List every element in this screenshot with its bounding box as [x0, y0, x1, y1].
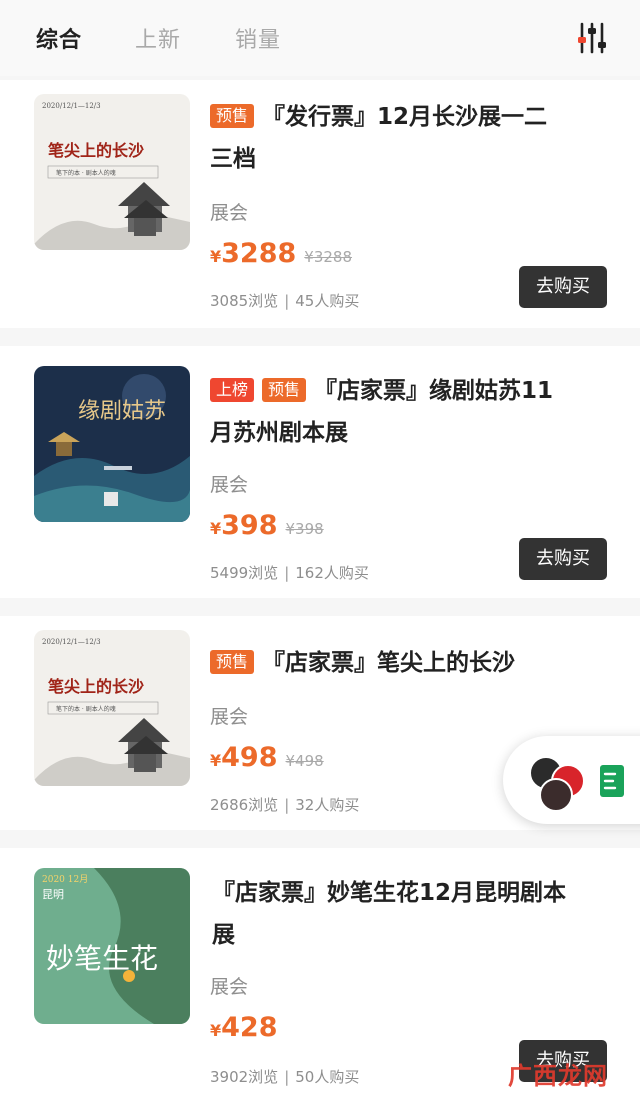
currency-symbol: ¥: [210, 1021, 222, 1040]
presale-badge: 预售: [210, 650, 255, 674]
product-card[interactable]: 2020/12/1—12/3 笔尖上的长沙 笔下的本 · 剧本人的魂 预售 『发行…: [0, 80, 640, 328]
buyer-count: 45人购买: [295, 292, 360, 310]
buyer-count: 162人购买: [295, 564, 369, 582]
stat-separator: |: [284, 1068, 290, 1086]
product-title[interactable]: 『店家票』妙笔生花12月昆明剧本展: [212, 872, 572, 956]
original-price: ¥498: [285, 752, 324, 770]
site-watermark: 广西龙网: [508, 1062, 608, 1090]
avatar-stack: [525, 754, 585, 812]
poster-image-changsha: 2020/12/1—12/3 笔尖上的长沙 笔下的本 · 剧本人的魂: [34, 94, 190, 250]
price-row: ¥428: [210, 1012, 278, 1048]
poster-date: 2020/12/1—12/3: [42, 638, 101, 646]
view-count: 3085浏览: [210, 292, 279, 310]
product-category: 展会: [210, 976, 249, 998]
product-poster: 2020/12/1—12/3 笔尖上的长沙 笔下的本 · 剧本人的魂: [34, 630, 190, 786]
tab-sales[interactable]: 销量: [235, 22, 281, 54]
stat-separator: |: [284, 796, 290, 814]
poster-date: 2020 12月: [42, 874, 88, 885]
product-poster: 2020 12月 昆明 妙笔生花: [34, 868, 190, 1024]
product-title[interactable]: 上榜 预售 『店家票』缘剧姑苏11月苏州剧本展: [210, 370, 570, 454]
buyer-count: 32人购买: [295, 796, 360, 814]
product-stats: 3902浏览 | 50人购买: [210, 1066, 359, 1087]
poster-subtitle: 笔下的本 · 剧本人的魂: [56, 169, 116, 177]
current-price: 398: [221, 510, 278, 541]
product-title[interactable]: 预售 『发行票』12月长沙展一二三档: [210, 96, 570, 180]
product-title-text: 『店家票』笔尖上的长沙: [262, 650, 516, 676]
buyer-count: 50人购买: [295, 1068, 360, 1086]
document-icon[interactable]: [599, 764, 625, 798]
view-count: 2686浏览: [210, 796, 279, 814]
presale-badge: 预售: [210, 104, 255, 128]
product-poster: 缘剧姑苏: [34, 366, 190, 522]
current-price: 498: [221, 742, 278, 773]
product-card[interactable]: 缘剧姑苏 上榜 预售 『店家票』缘剧姑苏11月苏州剧本展 展会 ¥398 ¥398 5…: [0, 346, 640, 598]
stat-separator: |: [284, 564, 290, 582]
ranked-badge: 上榜: [210, 378, 255, 402]
original-price: ¥398: [285, 520, 324, 538]
currency-symbol: ¥: [210, 247, 222, 266]
price-row: ¥3288 ¥3288: [210, 238, 352, 274]
product-stats: 5499浏览 | 162人购买: [210, 562, 369, 583]
poster-image-suzhou: 缘剧姑苏: [34, 366, 190, 522]
poster-title: 妙笔生花: [46, 942, 158, 975]
tab-comprehensive[interactable]: 综合: [36, 22, 82, 54]
poster-image-kunming: 2020 12月 昆明 妙笔生花: [34, 868, 190, 1024]
product-category: 展会: [210, 706, 249, 728]
product-category: 展会: [210, 202, 249, 224]
original-price: ¥3288: [304, 248, 353, 266]
product-title[interactable]: 预售 『店家票』笔尖上的长沙: [210, 642, 570, 684]
currency-symbol: ¥: [210, 519, 222, 538]
presale-badge: 预售: [262, 378, 307, 402]
view-count: 3902浏览: [210, 1068, 279, 1086]
product-stats: 2686浏览 | 32人购买: [210, 794, 359, 815]
product-title-text: 『发行票』12月长沙展一二三档: [210, 104, 548, 172]
poster-title: 笔尖上的长沙: [48, 677, 144, 696]
view-count: 5499浏览: [210, 564, 279, 582]
sort-tab-bar: 综合 上新 销量: [0, 0, 640, 76]
tab-new-arrivals[interactable]: 上新: [135, 22, 181, 54]
poster-date: 2020/12/1—12/3: [42, 102, 101, 110]
price-row: ¥398 ¥398: [210, 510, 324, 546]
poster-city: 昆明: [42, 888, 64, 901]
current-price: 428: [221, 1012, 278, 1043]
floating-shop-widget[interactable]: [503, 736, 640, 824]
stat-separator: |: [284, 292, 290, 310]
sliders-icon[interactable]: [574, 20, 610, 56]
product-poster: 2020/12/1—12/3 笔尖上的长沙 笔下的本 · 剧本人的魂: [34, 94, 190, 250]
current-price: 3288: [221, 238, 297, 269]
poster-subtitle: 笔下的本 · 剧本人的魂: [56, 705, 116, 713]
price-row: ¥498 ¥498: [210, 742, 324, 778]
currency-symbol: ¥: [210, 751, 222, 770]
product-category: 展会: [210, 474, 249, 496]
poster-image-changsha: 2020/12/1—12/3 笔尖上的长沙 笔下的本 · 剧本人的魂: [34, 630, 190, 786]
avatar: [539, 778, 573, 812]
buy-button[interactable]: 去购买: [519, 266, 607, 308]
product-stats: 3085浏览 | 45人购买: [210, 290, 359, 311]
buy-button[interactable]: 去购买: [519, 538, 607, 580]
poster-title: 缘剧姑苏: [78, 399, 166, 424]
poster-title: 笔尖上的长沙: [48, 141, 144, 160]
